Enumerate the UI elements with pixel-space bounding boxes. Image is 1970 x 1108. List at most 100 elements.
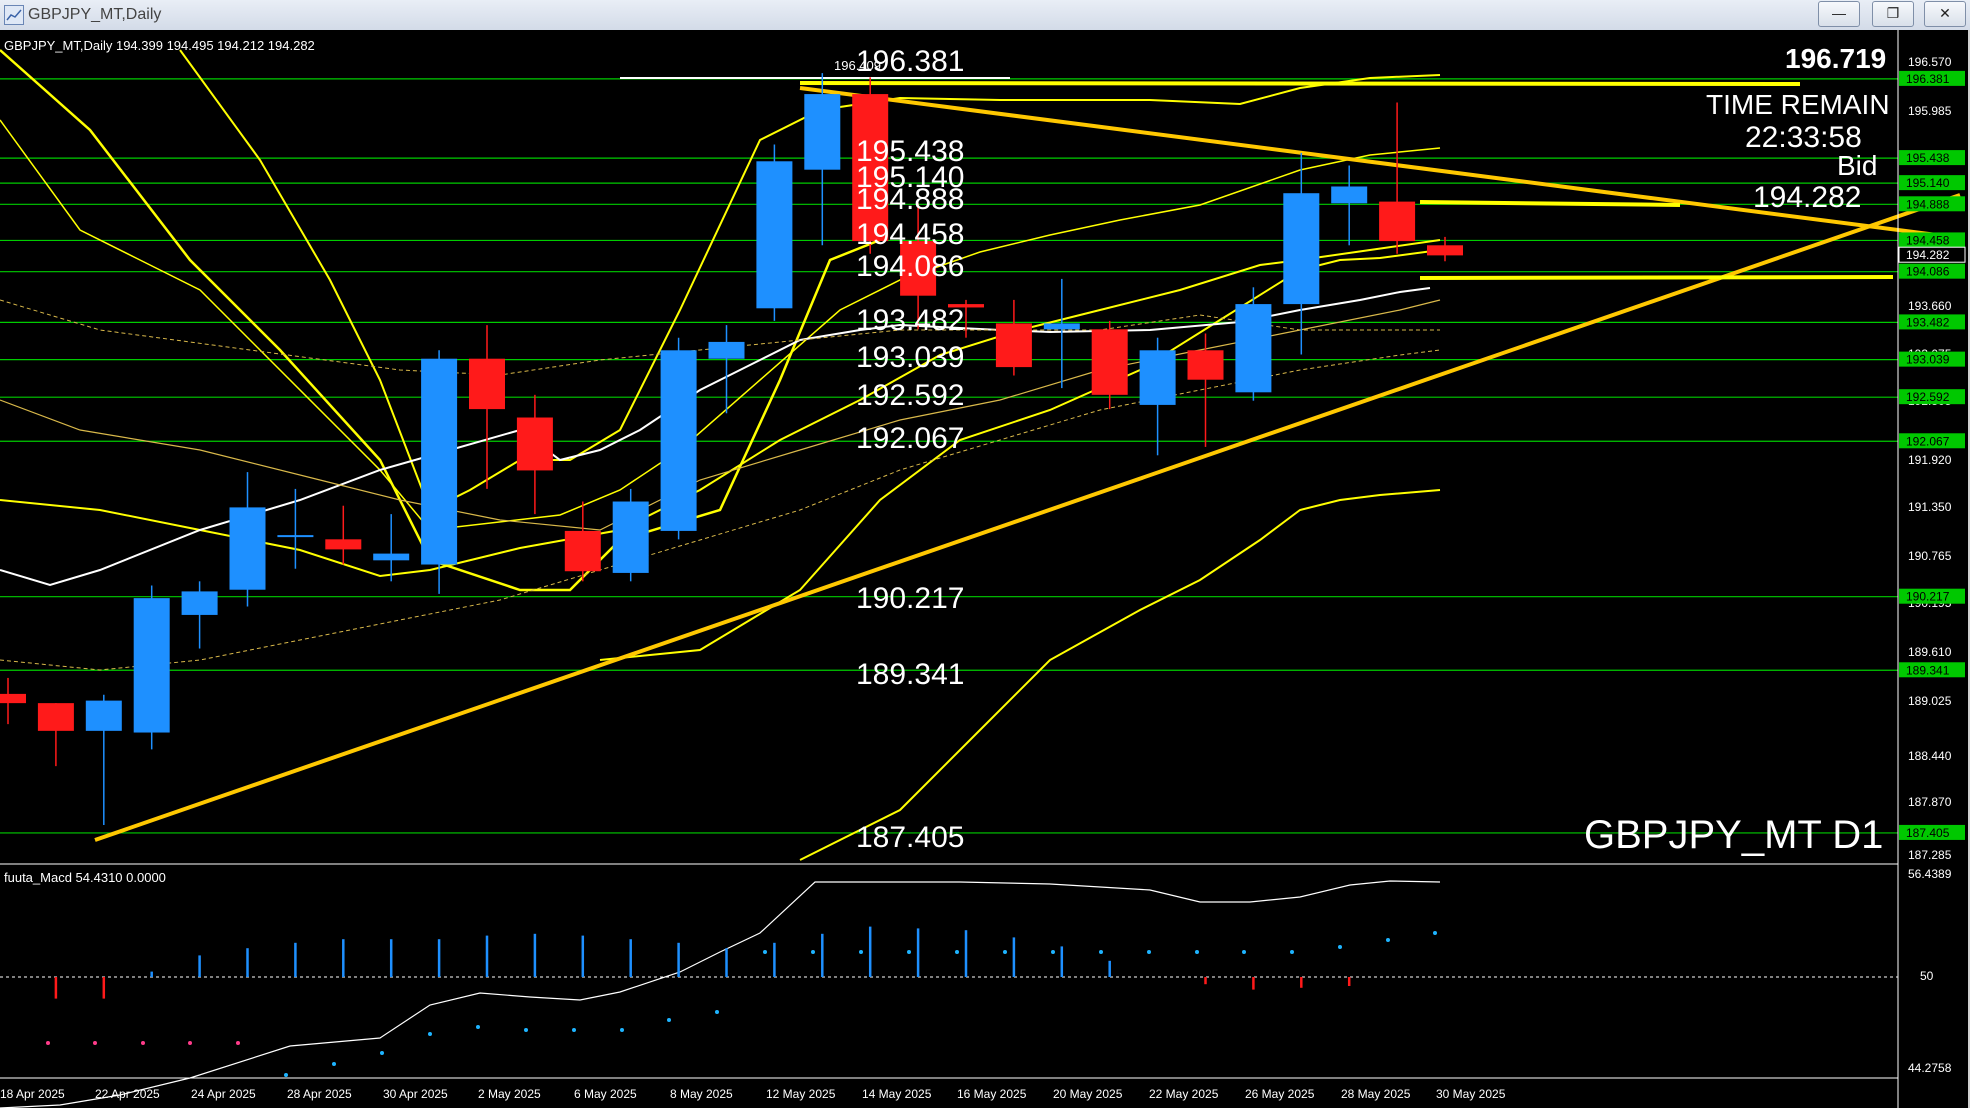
macd-signal-dot — [667, 1018, 671, 1022]
macd-signal-dot — [1099, 950, 1103, 954]
macd-signal-dot — [524, 1028, 528, 1032]
macd-signal-dot — [476, 1025, 480, 1029]
level-price-label: 189.341 — [856, 658, 964, 691]
bearish-candle — [0, 693, 26, 704]
bearish-candle — [516, 417, 553, 471]
macd-signal-dot — [763, 950, 767, 954]
date-axis-label: 2 May 2025 — [478, 1087, 541, 1101]
date-axis-label: 8 May 2025 — [670, 1087, 733, 1101]
level-price-label: 194.458 — [856, 218, 964, 251]
bearish-candle — [325, 539, 362, 550]
price-axis-tick: 187.870 — [1908, 795, 1952, 809]
level-196-highlight-line — [799, 81, 1801, 86]
bearish-candle — [1187, 350, 1224, 380]
price-axis-tick: 196.570 — [1908, 55, 1952, 69]
close-button[interactable]: ✕ — [1924, 1, 1966, 27]
minimize-button[interactable]: — — [1818, 1, 1860, 27]
bearish-candle — [37, 703, 74, 731]
macd-signal-dot — [332, 1062, 336, 1066]
level-price-box-text: 193.482 — [1906, 315, 1950, 329]
date-axis-label: 20 May 2025 — [1053, 1087, 1123, 1101]
macd-signal-dot — [141, 1041, 145, 1045]
level-price-box-text: 190.217 — [1906, 590, 1950, 604]
restore-button[interactable]: ❐ — [1872, 1, 1914, 27]
level-price-box-text: 195.438 — [1906, 151, 1950, 165]
macd-signal-dot — [1195, 950, 1199, 954]
bullish-candle — [181, 591, 218, 615]
macd-signal-dot — [1338, 945, 1342, 949]
bullish-candle — [660, 350, 697, 531]
macd-signal-dot — [620, 1028, 624, 1032]
bearish-candle — [1091, 329, 1128, 395]
big-price-text: 196.719 — [1785, 43, 1886, 74]
macd-signal-dot — [907, 950, 911, 954]
level-label-top-small: 196.409 — [834, 58, 881, 73]
macd-signal-dot — [1242, 950, 1246, 954]
bullish-candle — [1283, 193, 1320, 305]
price-axis-tick: 188.440 — [1908, 749, 1952, 763]
close-icon: ✕ — [1939, 5, 1951, 21]
macd-signal-dot — [93, 1041, 97, 1045]
macd-axis-bottom: 44.2758 — [1908, 1061, 1952, 1075]
price-axis-tick: 189.610 — [1908, 645, 1952, 659]
level-price-label: 194.888 — [856, 183, 964, 216]
macd-signal-dot — [1386, 938, 1390, 942]
date-axis-label: 6 May 2025 — [574, 1087, 637, 1101]
level-194-086-highlight-line — [1419, 275, 1894, 280]
macd-signal-dot — [572, 1028, 576, 1032]
macd-signal-dot — [380, 1051, 384, 1055]
bullish-candle — [1139, 350, 1176, 405]
level-price-label: 194.086 — [856, 250, 964, 283]
bullish-candle — [612, 501, 649, 573]
price-axis-tick: 191.920 — [1908, 453, 1952, 467]
bullish-candle — [277, 535, 314, 538]
bullish-candle — [133, 598, 170, 733]
bullish-candle — [756, 161, 793, 309]
bullish-candle — [85, 700, 122, 731]
price-axis-tick: 193.660 — [1908, 299, 1952, 313]
date-axis-label: 28 May 2025 — [1341, 1087, 1411, 1101]
chart-window-icon — [4, 5, 24, 25]
price-axis-tick: 187.285 — [1908, 848, 1952, 862]
bearish-candle — [564, 530, 601, 572]
window-titlebar: GBPJPY_MT,Daily — ❐ ✕ — [0, 0, 1970, 31]
macd-signal-dot — [428, 1032, 432, 1036]
date-axis-label: 30 Apr 2025 — [383, 1087, 448, 1101]
price-axis-tick: 195.985 — [1908, 104, 1952, 118]
bid-label: Bid — [1837, 150, 1877, 181]
bullish-candle — [804, 94, 841, 170]
macd-signal-dot — [236, 1041, 240, 1045]
restore-icon: ❐ — [1886, 5, 1900, 21]
time-remain-label: TIME REMAIN — [1706, 89, 1890, 120]
level-price-box-text: 192.067 — [1906, 434, 1950, 448]
level-price-box-text: 195.140 — [1906, 176, 1950, 190]
bearish-candle — [1427, 245, 1463, 256]
bearish-candle — [995, 323, 1032, 368]
price-chart[interactable]: 196.381195.438195.140194.888194.458194.0… — [0, 30, 1968, 1108]
macd-label: fuuta_Macd 54.4310 0.0000 — [4, 870, 166, 885]
macd-signal-dot — [1433, 931, 1437, 935]
macd-signal-dot — [284, 1073, 288, 1077]
date-axis-label: 16 May 2025 — [957, 1087, 1027, 1101]
bullish-candle — [229, 507, 266, 590]
date-axis-label: 26 May 2025 — [1245, 1087, 1315, 1101]
macd-signal-dot — [715, 1010, 719, 1014]
bullish-candle — [1235, 304, 1272, 393]
date-axis-label: 22 Apr 2025 — [95, 1087, 160, 1101]
date-axis-label: 24 Apr 2025 — [191, 1087, 256, 1101]
level-price-label: 187.405 — [856, 821, 964, 854]
price-axis-tick: 191.350 — [1908, 500, 1952, 514]
macd-axis-top: 56.4389 — [1908, 867, 1952, 881]
minimize-icon: — — [1832, 5, 1846, 21]
level-price-label: 192.592 — [856, 379, 964, 412]
date-axis-label: 30 May 2025 — [1436, 1087, 1506, 1101]
date-axis-label: 12 May 2025 — [766, 1087, 836, 1101]
macd-signal-dot — [955, 950, 959, 954]
level-price-box-text: 194.888 — [1906, 197, 1950, 211]
symbol-label: GBPJPY_MT D1 — [1584, 813, 1883, 857]
macd-signal-dot — [188, 1041, 192, 1045]
level-price-label: 192.067 — [856, 422, 964, 455]
bullish-candle — [1331, 186, 1368, 204]
macd-signal-dot — [811, 950, 815, 954]
bearish-candle — [469, 358, 505, 410]
